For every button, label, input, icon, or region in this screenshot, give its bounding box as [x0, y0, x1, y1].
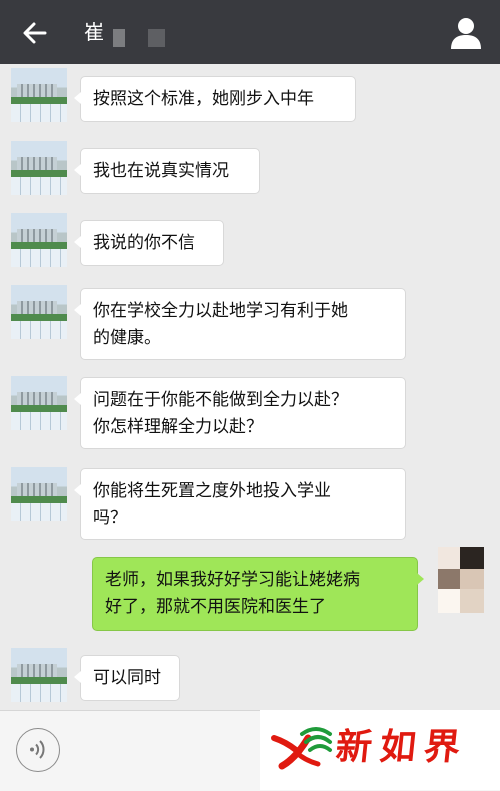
message-bubble[interactable]: 你能将生死置之度外地投入学业 吗？ [74, 468, 406, 540]
logo-icon [271, 727, 332, 770]
avatar[interactable] [11, 648, 67, 702]
message-line: 你怎样理解全力以赴？ [93, 417, 263, 437]
message-line: 你能将生死置之度外地投入学业 [93, 481, 331, 501]
person-icon[interactable] [448, 16, 484, 50]
message-bubble[interactable]: 你在学校全力以赴地学习有利于她 的健康。 [74, 288, 406, 360]
voice-icon [30, 740, 45, 759]
avatar[interactable] [11, 68, 67, 122]
message-line: 问题在于你能不能做到全力以赴？ [93, 390, 348, 410]
watermark: 新如界 [260, 710, 500, 790]
message-line: 的健康。 [93, 328, 161, 348]
message-bubble[interactable]: 按照这个标准，她刚步入中年 [74, 76, 356, 122]
watermark-text: 新如界 [333, 726, 471, 768]
avatar[interactable] [11, 213, 67, 267]
voice-button[interactable] [16, 728, 60, 772]
blurred-name-part [113, 29, 125, 47]
arrow-left-icon[interactable] [18, 16, 52, 50]
message-line: 你在学校全力以赴地学习有利于她 [93, 301, 348, 321]
message-line: 好了，那就不用医院和医生了 [105, 597, 326, 617]
chat-header: 崔 [0, 0, 500, 64]
message-line: 老师，如果我好好学习能让姥姥病 [105, 570, 360, 590]
avatar[interactable] [11, 376, 67, 430]
avatar[interactable] [11, 285, 67, 339]
message-bubble[interactable]: 问题在于你能不能做到全力以赴？ 你怎样理解全力以赴？ [74, 377, 406, 449]
blurred-name-part [148, 29, 165, 47]
message-bubble[interactable]: 可以同时 [74, 655, 180, 701]
chat-title: 崔 [84, 20, 104, 44]
my-message-bubble[interactable]: 老师，如果我好好学习能让姥姥病 好了，那就不用医院和医生了 [92, 557, 424, 631]
message-bubble[interactable]: 我也在说真实情况 [74, 148, 260, 194]
avatar[interactable] [11, 467, 67, 521]
message-bubble[interactable]: 我说的你不信 [74, 220, 224, 266]
my-avatar[interactable] [438, 547, 484, 613]
avatar[interactable] [11, 141, 67, 195]
message-line: 吗？ [93, 508, 127, 528]
